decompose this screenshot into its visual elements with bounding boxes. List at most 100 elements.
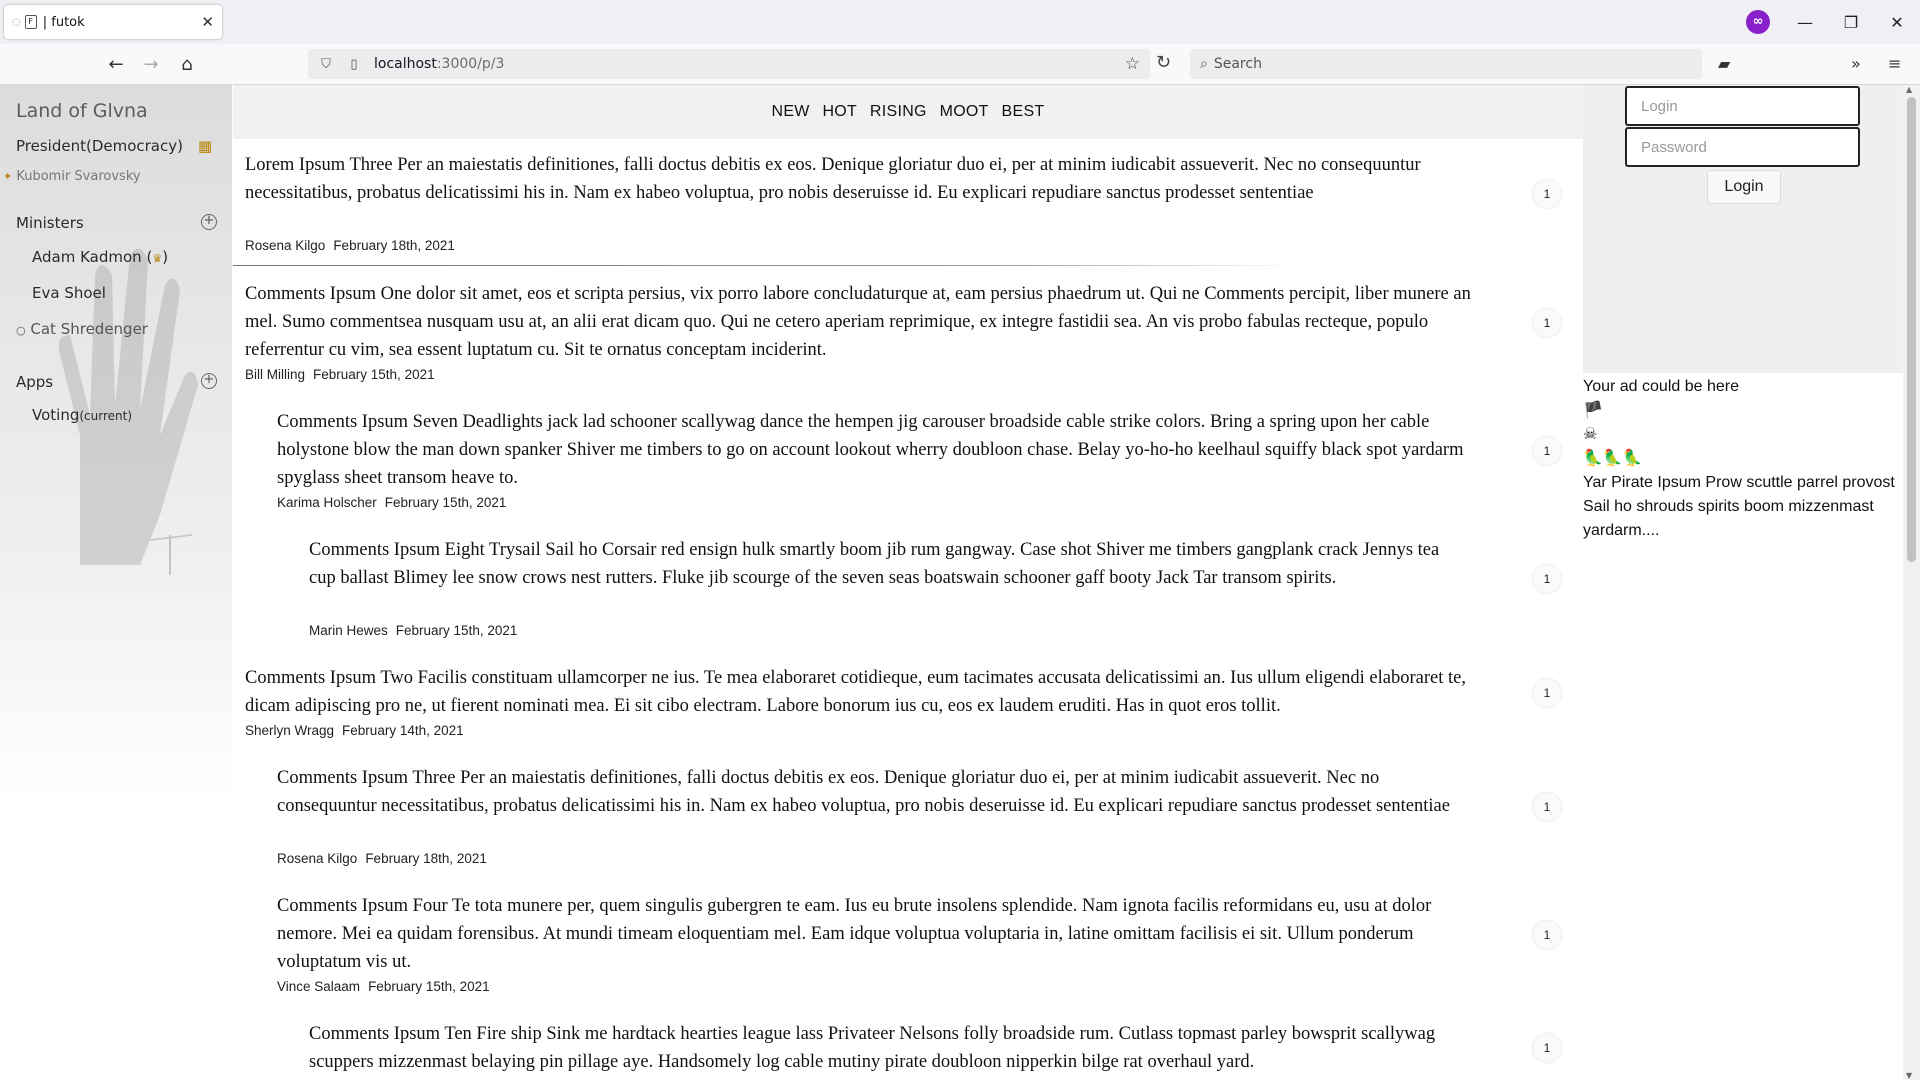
url-host: localhost (374, 56, 437, 72)
comment-author[interactable]: Karima Holscher (277, 495, 377, 510)
minister-name: Eva Shoel (32, 284, 106, 302)
browser-tab[interactable]: ◌ F | futok ✕ (4, 5, 222, 39)
vote-count[interactable]: 1 (1533, 309, 1561, 337)
leader-role-label: President(Democracy) (16, 137, 183, 155)
comment-date: February 15th, 2021 (384, 495, 507, 510)
vote-count[interactable]: 1 (1533, 793, 1561, 821)
tab-rising[interactable]: RISING (870, 103, 927, 120)
post-author[interactable]: Rosena Kilgo (245, 238, 325, 253)
scroll-up-icon[interactable]: ▲ (1906, 85, 1912, 94)
forward-icon[interactable]: → (137, 52, 165, 78)
comment-date: February 18th, 2021 (365, 851, 487, 866)
home-icon[interactable]: ⌂ (173, 52, 201, 78)
back-icon[interactable]: ← (102, 52, 130, 78)
comment-author[interactable]: Rosena Kilgo (277, 851, 357, 866)
post-body: Lorem Ipsum Three Per an maiestatis defi… (245, 155, 1421, 203)
leader-role: President(Democracy) (16, 137, 183, 155)
reader-extension-icon[interactable]: ▰ (1718, 54, 1730, 73)
page-icon[interactable]: ▯ (344, 57, 364, 72)
comment-meta: Karima Holscher February 15th, 2021 (277, 495, 506, 510)
comment-meta: Sherlyn Wragg February 14th, 2021 (245, 723, 464, 738)
search-icon: ⌕ (1200, 56, 1208, 72)
close-window-icon[interactable]: ✕ (1874, 13, 1920, 32)
app-note: (current) (79, 409, 133, 423)
skull-icon: ☠ (1583, 426, 1598, 443)
password-input[interactable] (1625, 127, 1860, 167)
ad-title[interactable]: Your ad could be here (1583, 375, 1903, 399)
comment-body: Comments Ipsum Four Te tota munere per, … (277, 896, 1432, 972)
comment-author[interactable]: Sherlyn Wragg (245, 723, 334, 738)
ministers-heading: Ministers (16, 214, 84, 232)
comment-body: Comments Ipsum Ten Fire ship Sink me har… (309, 1024, 1436, 1072)
shield-icon[interactable]: ⛉ (316, 57, 336, 72)
realm-title[interactable]: Land of Glvna (16, 100, 148, 122)
sidebar: Land of Glvna President(Democracy) ▦ ✦ K… (0, 85, 232, 1080)
ad-block: Your ad could be here 🏴 ☠ 🦜🦜🦜 Yar Pirate… (1583, 375, 1903, 543)
ad-text: Yar Pirate Ipsum Prow scuttle parrel pro… (1583, 474, 1895, 539)
status-circle-icon: ○ (16, 324, 26, 337)
tab-best[interactable]: BEST (1002, 103, 1045, 120)
comment-author[interactable]: Marin Hewes (309, 623, 388, 638)
login-panel: Login (1583, 85, 1903, 373)
login-button[interactable]: Login (1707, 170, 1781, 204)
comment-meta: Bill Milling February 15th, 2021 (245, 367, 435, 382)
vote-count[interactable]: 1 (1533, 180, 1561, 208)
apps-heading: Apps (16, 373, 54, 391)
flag-icon: 🏴 (1583, 402, 1603, 419)
post-meta: Rosena Kilgo February 18th, 2021 (245, 238, 455, 253)
right-sidebar: Login Your ad could be here 🏴 ☠ 🦜🦜🦜 Yar … (1583, 85, 1903, 1080)
minister-name: Cat Shredenger (30, 320, 148, 338)
comment-date: February 15th, 2021 (368, 979, 490, 994)
minister-item[interactable]: ○ Cat Shredenger (16, 320, 148, 338)
vote-count[interactable]: 1 (1533, 565, 1561, 593)
minister-name: Adam Kadmon (32, 248, 142, 266)
comment-date: February 15th, 2021 (313, 367, 435, 382)
minimize-icon[interactable]: — (1782, 13, 1828, 32)
sort-tabs: NEW HOT RISING MOOT BEST (233, 85, 1583, 139)
search-input[interactable]: ⌕ Search (1190, 49, 1702, 79)
post-divider (233, 265, 1303, 266)
reload-icon[interactable]: ↻ (1156, 52, 1171, 73)
vote-count[interactable]: 1 (1533, 1034, 1561, 1062)
menu-icon[interactable]: ≡ (1888, 54, 1901, 73)
star-icon[interactable]: ☆ (1125, 54, 1140, 74)
tab-moot[interactable]: MOOT (940, 103, 989, 120)
add-app-icon[interactable]: + (201, 373, 217, 389)
leader-name[interactable]: ✦ Kubomir Svarovsky (3, 169, 141, 184)
comment-date: February 15th, 2021 (395, 623, 518, 638)
favicon-icon: F (24, 15, 37, 29)
restore-icon[interactable]: ❐ (1828, 13, 1874, 32)
vote-count[interactable]: 1 (1533, 679, 1561, 707)
comment-author[interactable]: Bill Milling (245, 367, 305, 382)
scroll-thumb[interactable] (1907, 97, 1916, 562)
app-item[interactable]: Voting(current) (32, 406, 132, 424)
add-minister-icon[interactable]: + (201, 214, 217, 230)
minister-item[interactable]: Adam Kadmon (♛) (32, 248, 168, 266)
tab-strip: ◌ F | futok ✕ ∞ — ❐ ✕ (0, 0, 1920, 44)
overflow-icon[interactable]: » (1851, 54, 1861, 73)
post-date: February 18th, 2021 (333, 238, 455, 253)
tab-loading-icon: ◌ (12, 16, 21, 28)
tab-hot[interactable]: HOT (822, 103, 857, 120)
page-scrollbar[interactable]: ▲ ▼ (1903, 85, 1920, 1080)
vote-count[interactable]: 1 (1533, 437, 1561, 465)
scroll-down-icon[interactable]: ▼ (1906, 1071, 1912, 1080)
parrot-icons: 🦜🦜🦜 (1583, 450, 1643, 467)
comment-meta: Vince Salaam February 15th, 2021 (277, 979, 490, 994)
app-name: Voting (32, 406, 80, 424)
tab-title: | futok (42, 14, 85, 30)
comment-body: Comments Ipsum One dolor sit amet, eos e… (245, 284, 1471, 360)
comment-body: Comments Ipsum Eight Trysail Sail ho Cor… (309, 540, 1440, 588)
minister-item[interactable]: Eva Shoel (32, 284, 106, 302)
login-input[interactable] (1625, 86, 1860, 126)
comment-body: Comments Ipsum Two Facilis constituam ul… (245, 668, 1466, 716)
crown-icon: ✦ (3, 170, 13, 183)
tab-new[interactable]: NEW (771, 103, 809, 120)
close-tab-icon[interactable]: ✕ (201, 13, 214, 31)
search-placeholder: Search (1213, 56, 1262, 72)
calendar-icon[interactable]: ▦ (198, 137, 212, 155)
extension-icon[interactable]: ∞ (1746, 10, 1770, 34)
comment-author[interactable]: Vince Salaam (277, 979, 360, 994)
vote-count[interactable]: 1 (1533, 921, 1561, 949)
url-bar[interactable]: ⛉ ▯ localhost:3000/p/3 ☆ (308, 49, 1150, 79)
